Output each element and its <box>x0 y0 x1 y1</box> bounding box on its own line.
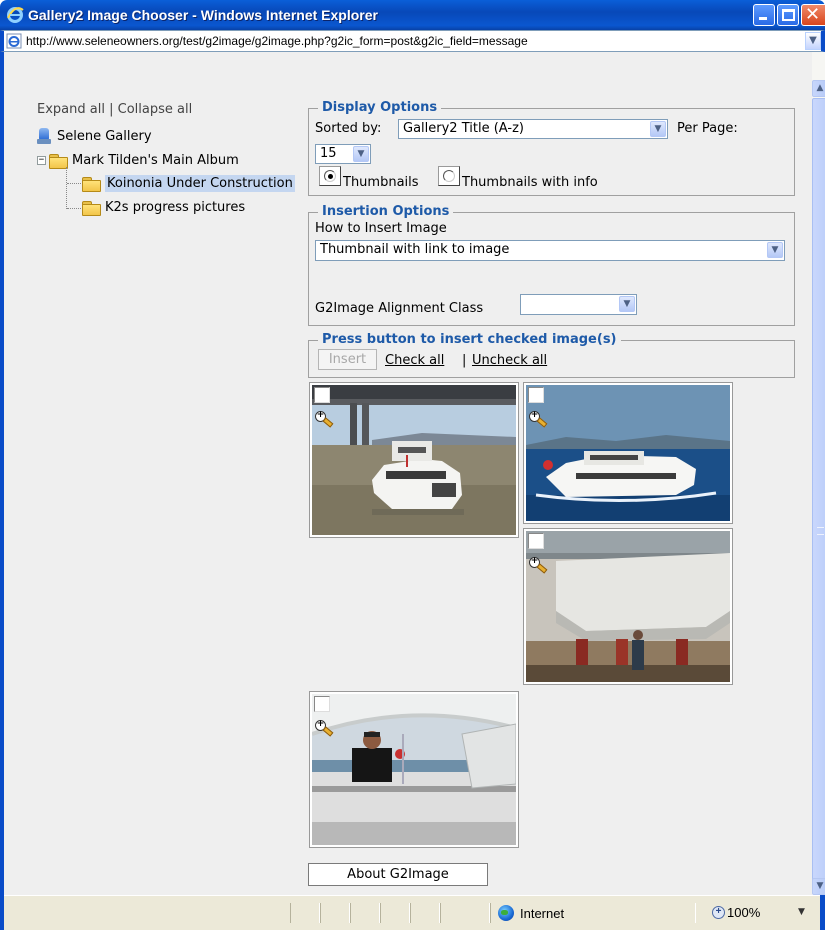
thumbnail-checkbox[interactable] <box>528 387 544 403</box>
thumbnail-hull-in-shipyard[interactable] <box>523 528 733 685</box>
tree-item-label[interactable]: Koinonia Under Construction <box>105 175 295 192</box>
zoom-level[interactable]: + 100% <box>712 905 760 920</box>
url-text[interactable]: http://www.seleneowners.org/test/g2image… <box>26 34 528 48</box>
page-icon <box>6 33 22 49</box>
ie-icon <box>6 6 24 24</box>
insert-fieldset: Press button to insert checked image(s) <box>308 332 795 378</box>
tree-album-label[interactable]: Mark Tilden's Main Album <box>72 153 239 168</box>
sort-select[interactable]: Gallery2 Title (A-z) ▼ <box>398 119 668 139</box>
globe-icon <box>498 905 514 921</box>
tree-connector <box>67 208 81 209</box>
status-cell <box>320 903 350 923</box>
chevron-down-icon[interactable]: ▼ <box>650 121 666 137</box>
vertical-scrollbar[interactable]: ▲ ▼ <box>812 52 825 895</box>
insert-button[interactable]: Insert <box>318 349 377 370</box>
tree-root-label[interactable]: Selene Gallery <box>57 129 152 144</box>
flybridge-photo <box>312 694 516 845</box>
thumbnail-checkbox[interactable] <box>314 387 330 403</box>
maximize-button[interactable] <box>777 4 799 26</box>
close-icon: ✕ <box>805 4 821 25</box>
security-zone: Internet <box>498 905 564 921</box>
folder-icon <box>82 201 101 216</box>
insert-method-value: Thumbnail with link to image <box>320 242 510 257</box>
per-page-label: Per Page: <box>677 121 738 136</box>
collapse-toggle-icon[interactable]: − <box>37 156 46 165</box>
tree-item-k2s[interactable]: K2s progress pictures <box>82 200 245 216</box>
page-content: Expand all | Collapse all Selene Gallery… <box>4 52 812 895</box>
insert-legend: Press button to insert checked image(s) <box>318 332 621 347</box>
per-page-select[interactable]: 15 ▼ <box>315 144 371 164</box>
radio-thumbnails-label[interactable]: Thumbnails <box>343 175 419 190</box>
scroll-thumb[interactable] <box>812 98 825 882</box>
tree-album[interactable]: − Mark Tilden's Main Album <box>37 153 239 169</box>
zoom-icon[interactable] <box>315 720 333 736</box>
tree-root[interactable]: Selene Gallery <box>37 128 152 144</box>
radio-ring-icon <box>443 170 455 182</box>
radio-thumbnails[interactable] <box>319 166 341 186</box>
how-to-insert-label: How to Insert Image <box>315 221 447 236</box>
link-separator: | <box>462 353 467 368</box>
gallery-icon <box>37 128 51 144</box>
zoom-icon[interactable] <box>529 411 547 427</box>
alignment-select[interactable]: ▼ <box>520 294 637 315</box>
radio-thumbnails-info-label[interactable]: Thumbnails with info <box>462 175 598 190</box>
thumbnail-boat-under-bridge[interactable] <box>309 382 519 538</box>
zoom-level-label[interactable]: 100% <box>727 905 760 920</box>
title-bar: Gallery2 Image Chooser - Windows Interne… <box>0 0 825 30</box>
status-cell <box>380 903 410 923</box>
status-cell <box>410 903 440 923</box>
radio-thumbnails-info[interactable] <box>438 166 460 186</box>
magnifier-icon: + <box>712 906 725 919</box>
status-cell <box>350 903 380 923</box>
sort-select-value: Gallery2 Title (A-z) <box>403 121 524 136</box>
tree-controls: Expand all | Collapse all <box>37 102 192 117</box>
sorted-by-label: Sorted by: <box>315 121 382 136</box>
scroll-down-icon[interactable]: ▼ <box>812 878 825 895</box>
zoom-icon[interactable] <box>529 557 547 573</box>
minimize-icon <box>759 17 767 20</box>
shipyard-photo <box>526 531 730 682</box>
per-page-value: 15 <box>320 146 337 161</box>
insert-method-select[interactable]: Thumbnail with link to image ▼ <box>315 240 785 261</box>
radio-selected-icon <box>328 174 333 179</box>
status-cell <box>440 903 490 923</box>
thumbnail-checkbox[interactable] <box>314 696 330 712</box>
chevron-down-icon[interactable]: ▼ <box>767 242 783 258</box>
boat-photo <box>312 385 516 535</box>
address-bar[interactable]: http://www.seleneowners.org/test/g2image… <box>0 30 825 52</box>
tree-item-label[interactable]: K2s progress pictures <box>105 200 245 215</box>
tree-connector <box>66 167 67 209</box>
boat-photo <box>526 385 730 521</box>
alignment-label: G2Image Alignment Class <box>315 301 484 316</box>
tree-connector <box>67 183 81 184</box>
zoom-icon[interactable] <box>315 411 333 427</box>
window-title: Gallery2 Image Chooser - Windows Interne… <box>28 7 378 23</box>
insertion-options-legend: Insertion Options <box>318 204 454 219</box>
grip-icon <box>817 527 824 535</box>
collapse-all-link[interactable]: Collapse all <box>118 102 193 117</box>
status-cell <box>290 903 320 923</box>
zoom-dropdown-icon[interactable]: ▼ <box>798 907 805 917</box>
thumbnail-checkbox[interactable] <box>528 533 544 549</box>
check-all-link[interactable]: Check all <box>385 353 444 368</box>
close-button[interactable]: ✕ <box>801 4 825 26</box>
security-zone-label: Internet <box>520 905 565 921</box>
thumbnail-man-on-flybridge[interactable] <box>309 691 519 848</box>
address-dropdown-icon[interactable]: ▼ <box>805 32 821 50</box>
tree-item-koinonia[interactable]: Koinonia Under Construction <box>82 175 295 192</box>
folder-open-icon <box>49 154 68 169</box>
chevron-down-icon[interactable]: ▼ <box>353 146 369 162</box>
status-bar: Internet + 100% ▼ <box>4 895 820 930</box>
minimize-button[interactable] <box>753 4 775 26</box>
tree-separator: | <box>109 102 114 117</box>
thumbnail-boat-on-water[interactable] <box>523 382 733 524</box>
scroll-up-icon[interactable]: ▲ <box>812 80 825 97</box>
folder-icon <box>82 177 101 192</box>
chevron-down-icon[interactable]: ▼ <box>619 296 635 312</box>
maximize-icon <box>782 9 795 21</box>
expand-all-link[interactable]: Expand all <box>37 102 105 117</box>
about-button[interactable]: About G2Image <box>308 863 488 886</box>
uncheck-all-link[interactable]: Uncheck all <box>472 353 547 368</box>
display-options-legend: Display Options <box>318 100 442 115</box>
